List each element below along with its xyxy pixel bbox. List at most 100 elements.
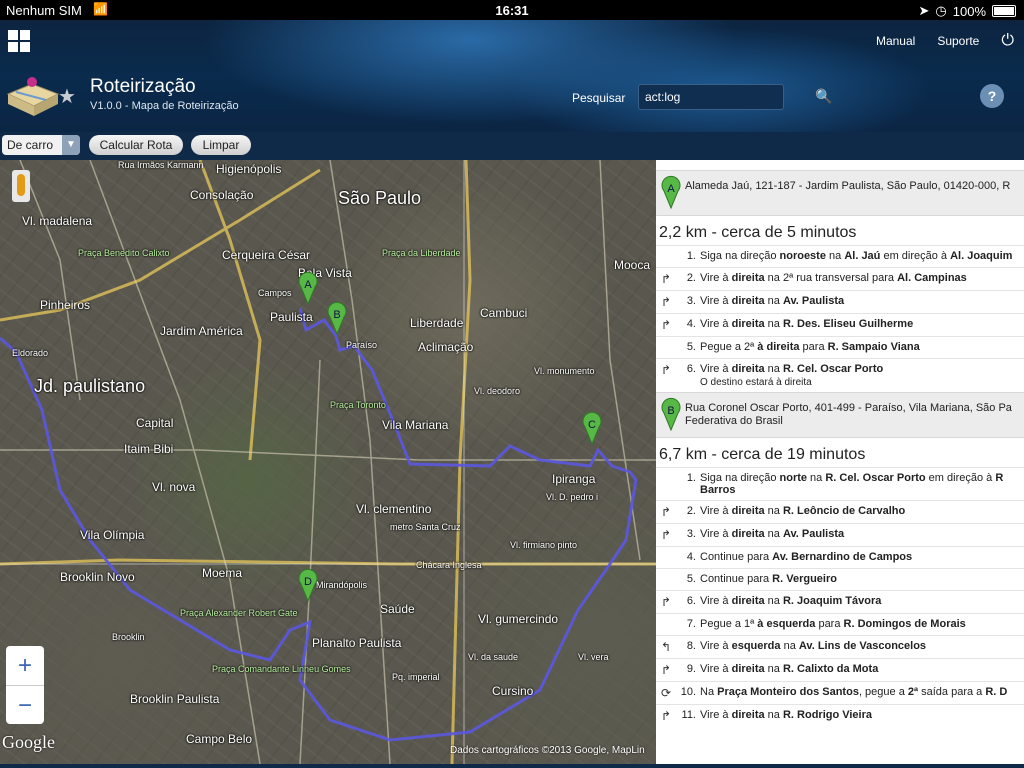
step-number: 11. [681, 709, 696, 721]
direction-step[interactable]: ↱ 2. Vire à direita na R. Leôncio de Carva… [656, 500, 1024, 523]
map-marker-b-icon[interactable]: B [326, 301, 348, 335]
step-instruction: Siga na direção norte na R. Cel. Oscar P… [700, 472, 1004, 496]
turn-right-icon: ↱ [660, 295, 672, 309]
direction-step[interactable]: ↱ 11. Vire à direita na R. Rodrigo Vieira [656, 704, 1024, 727]
clear-button[interactable]: Limpar [191, 135, 251, 155]
step-instruction: Vire à direita na R. Joaquim Távora [700, 595, 882, 607]
calculate-route-button[interactable]: Calcular Rota [89, 135, 183, 155]
alarm-icon: ◷ [935, 3, 947, 18]
turn-right-icon: ↱ [660, 709, 672, 723]
map-place-label: Ipiranga [552, 472, 596, 486]
map-place-label: Liberdade [410, 316, 464, 330]
app-header: Manual Suporte ⏻ ★ Roteirização V1.0.0 -… [0, 20, 1024, 132]
svg-text:D: D [304, 576, 312, 588]
direction-step[interactable]: ↱ 6. Vire à direita na R. Joaquim Távora [656, 590, 1024, 613]
app-title: Roteirização [90, 76, 196, 97]
turn-right-icon: ↱ [660, 363, 672, 377]
battery-icon [992, 5, 1016, 17]
map-place-label: Paraíso [346, 340, 378, 350]
map-place-label: Vl. deodoro [474, 386, 521, 396]
travel-mode-select[interactable]: De carro ▼ [2, 135, 80, 155]
direction-step[interactable]: ⟳ 10. Na Praça Monteiro dos Santos, pegue … [656, 681, 1024, 704]
clock: 16:31 [495, 3, 529, 18]
zoom-out-button[interactable]: − [6, 686, 44, 725]
map-place-label: Campos [258, 288, 292, 298]
help-button[interactable]: ? [980, 84, 1004, 108]
map-place-label: Praça Toronto [330, 400, 386, 410]
direction-step[interactable]: ↱ 2. Vire à direita na 2ª rua transversal … [656, 267, 1024, 290]
status-bar: Nenhum SIM 📶 16:31 ➤ ◷ 100% [0, 0, 1024, 20]
svg-text:A: A [667, 183, 675, 195]
waypoint-a: A Alameda Jaú, 121-187 - Jardim Paulista… [656, 170, 1024, 216]
map-place-label: Vila Mariana [382, 418, 449, 432]
map-place-label: Praça Comandante Linneu Gomes [212, 664, 351, 674]
step-instruction: Vire à direita na R. Rodrigo Vieira [700, 709, 873, 721]
direction-step[interactable]: ↱ 3. Vire à direita na Av. Paulista [656, 523, 1024, 546]
svg-text:A: A [304, 279, 312, 291]
map-place-label: Moema [202, 566, 243, 580]
step-instruction: Continue para R. Vergueiro [700, 573, 837, 585]
directions-panel[interactable]: A Alameda Jaú, 121-187 - Jardim Paulista… [656, 160, 1024, 764]
direction-step[interactable]: 7. Pegue a 1ª à esquerda para R. Domingos… [656, 613, 1024, 635]
search-label: Pesquisar [572, 91, 626, 105]
direction-step[interactable]: 1. Siga na direção norte na R. Cel. Oscar… [656, 467, 1024, 500]
direction-step[interactable]: ↱ 3. Vire à direita na Av. Paulista [656, 290, 1024, 313]
google-logo: Google [2, 732, 55, 752]
power-icon[interactable]: ⏻ [1001, 32, 1014, 50]
direction-step[interactable]: 5. Continue para R. Vergueiro [656, 568, 1024, 590]
map-place-label: Praça da Liberdade [382, 248, 461, 258]
travel-mode-value: De carro [7, 138, 54, 152]
step-instruction: Pegue a 1ª à esquerda para R. Domingos d… [700, 618, 966, 630]
direction-step[interactable]: 1. Siga na direção noroeste na Al. Jaú em… [656, 245, 1024, 267]
map-place-label: Aclimação [418, 340, 474, 354]
svg-text:C: C [588, 419, 596, 431]
direction-step[interactable]: ↱ 6. Vire à direita na R. Cel. Oscar Porto… [656, 358, 1024, 392]
battery-label: 100% [952, 3, 986, 19]
svg-text:B: B [333, 309, 340, 321]
step-instruction: Vire à direita na Av. Paulista [700, 295, 845, 307]
manual-link[interactable]: Manual [876, 34, 915, 48]
chevron-down-icon: ▼ [62, 135, 80, 155]
favorite-star-icon[interactable]: ★ [58, 84, 76, 109]
map-place-label: Cambuci [480, 306, 528, 320]
map-view[interactable]: Rua Irmãos Karmann Higienópolis Vl. madale… [0, 160, 656, 764]
step-instruction: Vire à direita na R. Calixto da Mota [700, 663, 879, 675]
suporte-link[interactable]: Suporte [937, 34, 979, 48]
step-number: 6. [686, 595, 696, 607]
roundabout-icon: ⟳ [660, 686, 672, 700]
search-icon[interactable]: 🔍 [815, 88, 832, 105]
street-view-pegman-icon[interactable] [12, 170, 30, 202]
map-place-label: Saúde [380, 602, 415, 616]
map-place-label: Vl. monumento [534, 366, 595, 376]
map-place-label: Mirandópolis [316, 580, 368, 590]
direction-step[interactable]: 4. Continue para Av. Bernardino de Campos [656, 546, 1024, 568]
map-place-label: Capital [136, 416, 174, 430]
zoom-in-button[interactable]: + [6, 646, 44, 686]
step-number: 3. [686, 295, 696, 307]
location-icon: ➤ [918, 3, 930, 18]
menu-grid-icon[interactable] [8, 30, 30, 52]
step-instruction: Siga na direção noroeste na Al. Jaú em d… [700, 250, 1013, 262]
step-instruction: Continue para Av. Bernardino de Campos [700, 551, 913, 563]
map-marker-d-icon[interactable]: D [297, 568, 319, 602]
map-marker-c-icon[interactable]: C [581, 411, 603, 445]
direction-step[interactable]: 5. Pegue a 2ª à direita para R. Sampaio V… [656, 336, 1024, 358]
direction-step[interactable]: ↱ 9. Vire à direita na R. Calixto da Mota [656, 658, 1024, 681]
map-marker-a-icon[interactable]: A [297, 271, 319, 305]
map-place-label: Brooklin Novo [60, 570, 135, 584]
direction-step[interactable]: ↱ 4. Vire à direita na R. Des. Eliseu Guil… [656, 313, 1024, 336]
step-instruction: Vire à direita na 2ª rua transversal par… [700, 272, 967, 284]
step-number: 10. [680, 686, 696, 698]
step-number: 5. [686, 573, 696, 585]
leg2-steps: 1. Siga na direção norte na R. Cel. Oscar… [656, 467, 1024, 727]
turn-right-icon: ↱ [660, 528, 672, 542]
search-input[interactable] [638, 84, 784, 110]
direction-step[interactable]: ↰ 8. Vire à esquerda na Av. Lins de Vascon… [656, 635, 1024, 658]
map-place-label: São Paulo [338, 188, 422, 208]
turn-right-icon: ↱ [660, 318, 672, 332]
map-place-label: Rua Irmãos Karmann [118, 160, 204, 170]
step-instruction: Vire à direita na R. Leôncio de Carvalho [700, 505, 906, 517]
route-toolbar: De carro ▼ Calcular Rota Limpar [0, 132, 1024, 160]
step-instruction: Vire à direita na Av. Paulista [700, 528, 845, 540]
step-number: 1. [686, 250, 696, 262]
